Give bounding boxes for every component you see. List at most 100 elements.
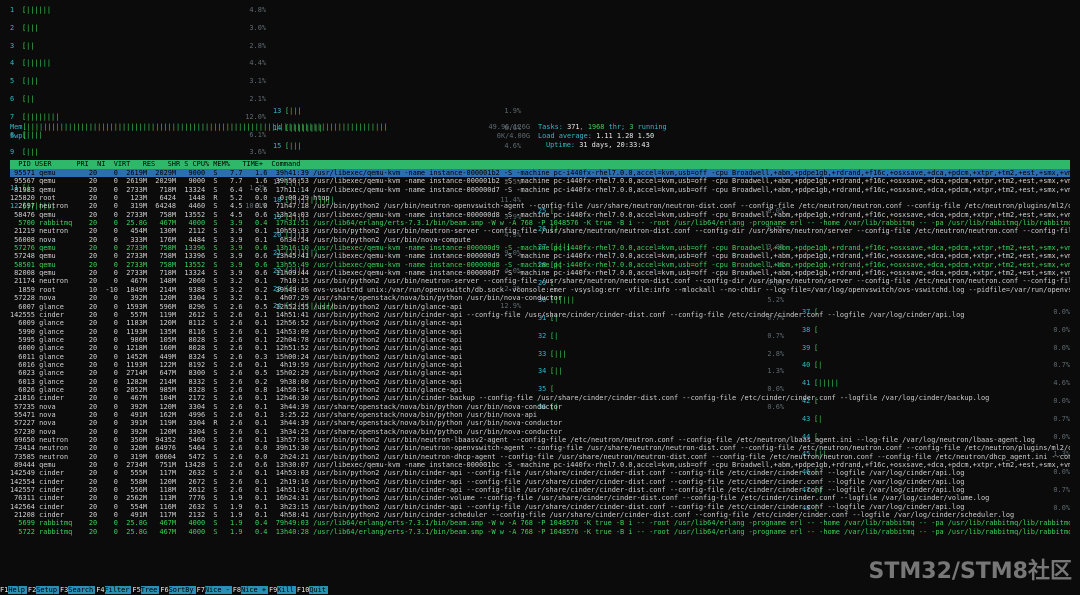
process-row[interactable]: 57235 nova 20 0 392M 120M 3304 S 2.6 0.1… [10,403,1070,411]
fkey-label[interactable]: Kill [277,586,296,594]
process-res: 120M [151,427,177,436]
fkey-f2[interactable]: F2 [28,586,36,594]
process-row[interactable]: 57227 nova 20 0 391M 119M 3304 R 2.6 0.1… [10,419,1070,427]
process-s: S [209,469,218,478]
process-s: S [209,402,218,411]
process-row[interactable]: 81983 qemu 20 0 2733M 718M 13324 S 6.4 0… [10,186,1070,194]
process-command: /usr/libexec/qemu-kvm -name instance-000… [313,185,1070,194]
process-pid: 125820 [10,194,35,203]
process-row[interactable]: 95571 qemu 20 0 2619M 2029M 9000 S 7.7 1… [10,169,1070,178]
process-row[interactable]: 76311 cinder 20 0 2562M 113M 7776 S 1.9 … [10,494,1070,502]
fkey-f10[interactable]: F10 [297,586,309,594]
process-row[interactable]: 6026 glance 20 0 2052M 985M 8328 S 2.6 0… [10,386,1070,394]
process-row[interactable]: 58476 qemu 20 0 2733M 758M 13552 S 4.5 0… [10,211,1070,219]
process-pri: 20 [80,527,98,536]
process-table-header[interactable]: PID USER PRI NI VIRT RES SHR S CPU% MEM%… [10,160,1070,169]
process-row[interactable]: 57230 nova 20 0 392M 120M 3304 S 2.6 0.1… [10,428,1070,436]
process-row[interactable]: 6023 glance 20 0 2714M 647M 8300 S 2.6 0… [10,369,1070,377]
process-row[interactable]: 55471 nova 20 0 491M 162M 4996 S 2.6 0.1… [10,411,1070,419]
process-row[interactable]: 5699 rabbitmq 20 0 25.8G 467M 4000 S 1.9… [10,519,1070,527]
process-row[interactable]: 6000 glance 20 0 1218M 160M 8028 S 2.6 0… [10,344,1070,352]
process-ni: 0 [101,327,118,336]
cpu-meter-6: 6 [|| 2.1% [10,95,266,103]
process-row[interactable]: 21174 neutron 20 0 467M 148M 2060 S 3.2 … [10,277,1070,285]
process-virt: 467M [122,394,147,403]
process-row[interactable]: 5995 glance 20 0 986M 105M 8028 S 2.6 0.… [10,336,1070,344]
process-row[interactable]: 6007 glance 20 0 1593M 596M 8296 S 2.6 0… [10,303,1070,311]
process-res: 467M [151,527,177,536]
process-cpu: 2.6 [221,469,243,478]
process-res: 647M [151,369,177,378]
process-s: S [209,410,218,419]
process-row[interactable]: 56008 nova 20 0 333M 176M 4484 S 3.9 0.1… [10,236,1070,244]
process-list[interactable]: 95571 qemu 20 0 2619M 2029M 9000 S 7.7 1… [10,169,1070,536]
process-row[interactable]: 57228 nova 20 0 392M 120M 3304 S 3.2 0.1… [10,294,1070,302]
fkey-label[interactable]: Quit [309,586,328,594]
process-row[interactable]: 21816 cinder 20 0 467M 104M 2172 S 2.6 0… [10,394,1070,402]
process-command: /usr/bin/python2 /usr/bin/glance-api [313,385,463,394]
fkey-label[interactable]: Search [68,586,96,594]
process-row[interactable]: 142554 cinder 20 0 558M 120M 2672 S 2.6 … [10,478,1070,486]
process-row[interactable]: 142564 cinder 20 0 554M 116M 2632 S 1.9 … [10,503,1070,511]
fkey-label[interactable]: Nice - [204,586,232,594]
process-row[interactable]: 6011 glance 20 0 1452M 449M 8324 S 2.6 0… [10,353,1070,361]
process-user: glance [39,327,77,336]
process-res: 214M [151,377,177,386]
process-row[interactable]: 21208 cinder 20 0 491M 117M 2132 S 1.9 0… [10,511,1070,519]
process-cpu: 2.6 [221,352,243,361]
process-user: glance [39,385,77,394]
threads-count: 1968 [587,123,605,131]
process-row[interactable]: 57276 qemu 20 0 2733M 758M 13396 S 3.9 0… [10,244,1070,252]
process-pid: 6000 [10,344,35,353]
fkey-label[interactable]: Filter [104,586,132,594]
fkey-label[interactable]: Nice + [241,586,268,594]
process-row[interactable]: 125820 root 20 0 123M 6424 1448 R 5.2 0.… [10,194,1070,202]
process-row[interactable]: 142557 cinder 20 0 556M 118M 2612 S 2.6 … [10,486,1070,494]
fkey-f6[interactable]: F6 [160,586,168,594]
process-row[interactable]: 142549 cinder 20 0 555M 117M 2632 S 2.6 … [10,469,1070,477]
process-row[interactable]: 5722 rabbitmq 20 0 25.8G 467M 4000 S 1.9… [10,528,1070,536]
process-row[interactable]: 6016 glance 20 0 1193M 122M 8192 S 2.6 0… [10,361,1070,369]
process-row[interactable]: 73414 neutron 20 0 320M 64976 5464 S 2.6… [10,444,1070,452]
process-row[interactable]: 95567 qemu 20 0 2619M 2029M 9000 S 7.7 1… [10,177,1070,185]
process-row[interactable]: 6009 glance 20 0 1183M 120M 8112 S 2.6 0… [10,319,1070,327]
fkey-f4[interactable]: F4 [96,586,104,594]
process-row[interactable]: 82008 qemu 20 0 2733M 718M 13324 S 3.9 0… [10,269,1070,277]
fkey-f8[interactable]: F8 [233,586,241,594]
process-pid: 21208 [10,511,35,520]
process-row[interactable]: 2697 neutron 20 0 319M 64248 4460 S 4.5 … [10,202,1070,210]
process-virt: 2733M [122,269,147,278]
process-row[interactable]: 5990 glance 20 0 1193M 135M 8116 S 2.6 0… [10,328,1070,336]
fkey-f5[interactable]: F5 [132,586,140,594]
process-row[interactable]: 21219 neutron 20 0 454M 130M 2112 S 3.9 … [10,227,1070,235]
fkey-label[interactable]: SortBy [168,586,196,594]
process-pri: 20 [80,352,98,361]
process-row[interactable]: 6013 glance 20 0 1282M 214M 8332 S 2.6 0… [10,378,1070,386]
process-row[interactable]: 1859 root 10 -10 1849M 214M 9388 S 3.2 0… [10,286,1070,294]
process-res: 449M [151,352,177,361]
process-row[interactable]: 69650 neutron 20 0 350M 94352 5460 S 2.6… [10,436,1070,444]
fkey-label[interactable]: Help [8,586,27,594]
process-row[interactable]: 5700 rabbitmq 20 0 25.8G 467M 4000 S 3.9… [10,219,1070,227]
process-row[interactable]: 142555 cinder 20 0 557M 119M 2612 S 2.6 … [10,311,1070,319]
process-user: neutron [39,202,77,211]
swap-meter: Swp[ 0K/4.00G [10,132,530,140]
process-ni: 0 [101,252,118,261]
cpu-bar: [|||||| [22,59,52,68]
process-shr: 8192 [180,360,206,369]
process-command: /usr/bin/python2 /usr/bin/cinder-api --c… [313,477,965,486]
fkey-label[interactable]: Setup [36,586,59,594]
process-row[interactable]: 58501 qemu 20 0 2733M 758M 13552 S 3.9 0… [10,261,1070,269]
process-row[interactable]: 73585 neutron 20 0 319M 60604 5472 S 2.6… [10,453,1070,461]
process-cpu: 2.6 [221,369,243,378]
process-user: glance [39,352,77,361]
process-row[interactable]: 89444 qemu 20 0 2734M 751M 13428 S 2.6 0… [10,461,1070,469]
process-row[interactable]: 57248 qemu 20 0 2733M 758M 13396 S 3.9 0… [10,252,1070,260]
process-s: S [209,444,218,453]
process-s: S [209,335,218,344]
load-values: 1.11 1.28 1.50 [591,132,655,140]
fkey-f7[interactable]: F7 [197,586,205,594]
process-virt: 557M [122,310,147,319]
load-average: Load average: 1.11 1.28 1.50 [538,132,654,141]
fkey-label[interactable]: Tree [140,586,160,594]
